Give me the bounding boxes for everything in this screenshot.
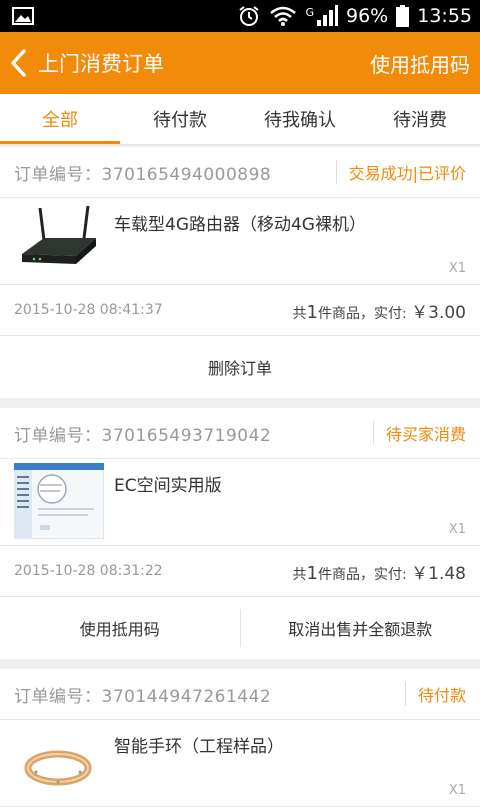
tab-pending-consumption[interactable]: 待消费 [360,94,480,144]
battery-icon [396,5,409,27]
signal-icon [316,5,338,27]
status-bar: G 96% 13:55 [0,0,480,32]
router-product-image [14,202,104,278]
order-status: 待买家消费 [373,421,466,445]
back-button[interactable] [8,43,34,83]
product-quantity: X1 [449,783,466,798]
app-bar: 上门消费订单 使用抵用码 [0,32,480,94]
network-type-label: G [305,6,314,19]
bracelet-product-image [14,724,104,800]
order-item[interactable]: 智能手环（工程样品） X1 [0,720,480,807]
product-name: 智能手环（工程样品） [114,732,284,806]
wifi-icon [269,5,297,27]
order-time: 2015-10-28 08:31:22 [14,563,293,579]
delete-order-button[interactable]: 删除订单 [0,355,480,379]
order-number: 订单编号：370165494000898 [14,160,336,185]
tab-pending-payment[interactable]: 待付款 [120,94,240,144]
product-name: EC空间实用版 [114,471,222,545]
order-total: 共1件商品，实付: ￥1.48 [293,559,466,584]
order-time: 2015-10-28 08:41:37 [14,302,293,318]
order-item[interactable]: 车载型4G路由器（移动4G裸机） X1 [0,198,480,285]
use-coupon-code-button[interactable]: 使用抵用码 [370,49,470,78]
cancel-and-refund-button[interactable]: 取消出售并全额退款 [241,616,480,640]
order-number: 订单编号：370144947261442 [14,682,405,707]
software-screenshot-image [14,463,104,539]
order-status: 待付款 [405,682,466,706]
tab-all[interactable]: 全部 [0,94,120,144]
order-status: 交易成功|已评价 [336,160,466,184]
use-coupon-code-button[interactable]: 使用抵用码 [0,616,240,640]
order-tabs: 全部 待付款 待我确认 待消费 [0,94,480,145]
tab-pending-confirmation[interactable]: 待我确认 [240,94,360,144]
order-number: 订单编号：370165493719042 [14,421,373,446]
order-card[interactable]: 订单编号：370165494000898 交易成功|已评价 车载型4G路由器（移… [0,147,480,398]
product-name: 车载型4G路由器（移动4G裸机） [114,210,366,284]
product-quantity: X1 [449,261,466,276]
order-card[interactable]: 订单编号：370165493719042 待买家消费 EC空间实用版 X1 20… [0,408,480,659]
product-quantity: X1 [449,522,466,537]
order-card[interactable]: 订单编号：370144947261442 待付款 智能手环（工程样品） X1 [0,669,480,807]
order-total: 共1件商品，实付: ￥3.00 [293,298,466,323]
alarm-icon [237,4,261,28]
page-title: 上门消费订单 [38,48,164,78]
gallery-notification-icon [12,7,34,25]
back-arrow-icon [8,48,28,78]
clock: 13:55 [417,5,472,27]
battery-percent: 96% [346,5,388,27]
order-item[interactable]: EC空间实用版 X1 [0,459,480,546]
